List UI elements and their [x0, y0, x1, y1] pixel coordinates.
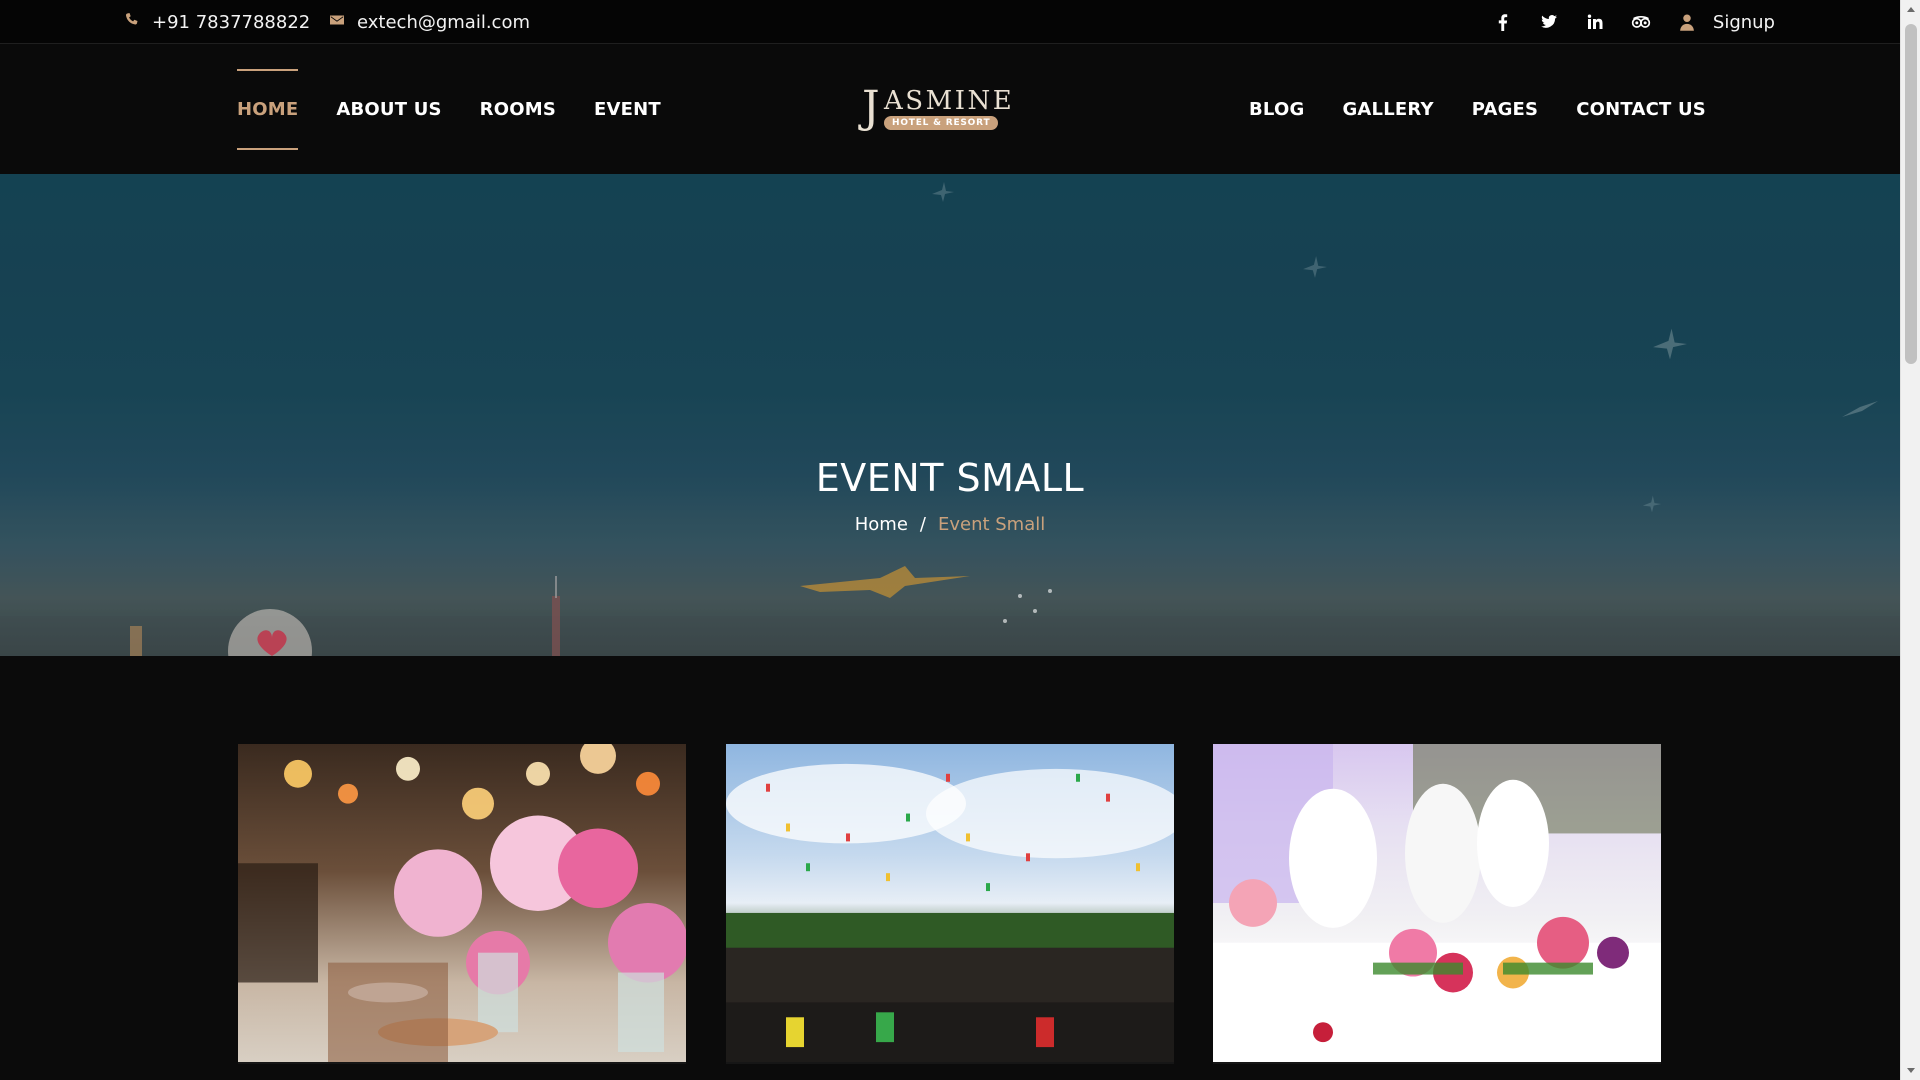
scroll-down-icon[interactable] — [1901, 1062, 1920, 1080]
page-title: EVENT SMALL — [815, 456, 1085, 500]
hero-banner: EVENT SMALL Home / Event Small — [0, 174, 1900, 656]
phone-number: +91 7837788822 — [152, 11, 311, 33]
email-contact[interactable]: extech@gmail.com — [329, 0, 530, 44]
wedding-table-image — [1213, 744, 1661, 1062]
phone-icon — [124, 12, 140, 33]
top-bar: +91 7837788822 extech@gmail.com Signup — [0, 0, 1900, 44]
brand-logo[interactable]: J ASMINE HOTEL & RESORT — [862, 82, 1012, 133]
scrollbar-thumb[interactable] — [1905, 24, 1917, 364]
twitter-icon[interactable] — [1539, 12, 1559, 32]
flowers-table-image — [238, 744, 686, 1062]
linkedin-icon[interactable] — [1585, 12, 1605, 32]
signup-label: Signup — [1712, 11, 1775, 33]
nav-blog[interactable]: BLOG — [1249, 99, 1304, 120]
tripadvisor-icon[interactable] — [1631, 12, 1651, 32]
bird-icon — [932, 182, 954, 202]
bird-icon — [1653, 328, 1687, 360]
nav-event[interactable]: EVENT — [594, 99, 661, 120]
page: +91 7837788822 extech@gmail.com Signup H… — [0, 0, 1900, 1080]
logo-wordmark: ASMINE — [884, 86, 1015, 116]
logo-tagline: HOTEL & RESORT — [884, 116, 999, 130]
main-navbar: HOME ABOUT US ROOMS EVENT J ASMINE HOTEL… — [0, 44, 1900, 174]
bird-icon — [1303, 256, 1327, 278]
phone-contact[interactable]: +91 7837788822 — [124, 0, 310, 44]
nav-pages[interactable]: PAGES — [1472, 99, 1539, 120]
confetti-crowd-image — [726, 763, 1174, 1062]
user-icon — [1677, 12, 1697, 32]
nav-rooms[interactable]: ROOMS — [480, 99, 556, 120]
event-card-image[interactable] — [726, 744, 1174, 1064]
breadcrumb-current: Event Small — [937, 514, 1046, 535]
nav-contact-us[interactable]: CONTACT US — [1576, 99, 1706, 120]
nav-right-group: BLOG GALLERY PAGES CONTACT US — [1249, 44, 1706, 174]
nav-about-us[interactable]: ABOUT US — [336, 99, 441, 120]
facebook-icon[interactable] — [1493, 12, 1513, 32]
page-scrollbar[interactable] — [1900, 0, 1920, 1080]
logo-initial: J — [862, 82, 880, 133]
bird-icon — [1842, 401, 1878, 417]
email-icon — [329, 12, 345, 33]
social-links: Signup — [1493, 0, 1775, 44]
hero-skyline — [0, 566, 1900, 656]
breadcrumb-separator: / — [919, 514, 926, 535]
event-card-image[interactable] — [1213, 744, 1661, 1064]
breadcrumb-home[interactable]: Home — [855, 514, 908, 535]
scroll-up-icon[interactable] — [1901, 0, 1920, 18]
breadcrumb: Home / Event Small — [0, 514, 1900, 535]
nav-gallery[interactable]: GALLERY — [1342, 99, 1433, 120]
signup-link[interactable]: Signup — [1677, 12, 1775, 33]
nav-left-group: HOME ABOUT US ROOMS EVENT — [237, 44, 661, 174]
nav-home[interactable]: HOME — [237, 68, 299, 150]
email-address: extech@gmail.com — [357, 11, 531, 33]
event-card-image[interactable] — [238, 744, 686, 1064]
